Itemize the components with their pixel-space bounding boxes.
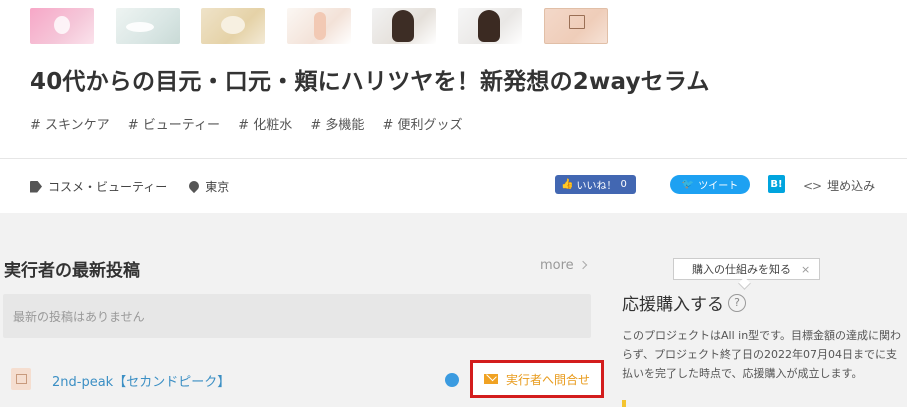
more-link[interactable]: more bbox=[540, 258, 587, 273]
like-count: 0 bbox=[620, 179, 627, 190]
project-meta: コスメ・ビューティー 東京 bbox=[30, 178, 229, 195]
category-link[interactable]: コスメ・ビューティー bbox=[48, 178, 167, 195]
project-header-card: 40代からの目元・口元・頬にハリツヤを！新発想の2wayセラム # スキンケア … bbox=[0, 0, 907, 213]
embed-label: 埋め込み bbox=[827, 179, 876, 193]
thumbnail-image[interactable] bbox=[30, 8, 94, 44]
thumbnail-image[interactable] bbox=[458, 8, 522, 44]
support-title-text: 応援購入する bbox=[622, 295, 724, 315]
thumbs-up-icon: 👍 bbox=[561, 179, 574, 190]
chevron-right-icon bbox=[578, 260, 587, 270]
thumbnail-image[interactable] bbox=[544, 8, 608, 44]
location-pin-icon bbox=[187, 178, 202, 193]
mail-icon bbox=[483, 374, 498, 384]
tag-link[interactable]: # 便利グッズ bbox=[383, 118, 463, 133]
thumbnail-image[interactable] bbox=[287, 8, 351, 44]
tag-list: # スキンケア # ビューティー # 化粧水 # 多機能 # 便利グッズ bbox=[30, 114, 477, 133]
owner-row: 2nd-peak【セカンドピーク】 実行者へ問合せ bbox=[0, 360, 604, 400]
location-link[interactable]: 東京 bbox=[205, 178, 229, 195]
contact-owner-button[interactable]: 実行者へ問合せ bbox=[470, 360, 604, 398]
purchase-info-tooltip[interactable]: 購入の仕組みを知る × bbox=[673, 258, 820, 280]
tag-link[interactable]: # 化粧水 bbox=[238, 118, 292, 133]
more-label: more bbox=[540, 258, 574, 273]
twitter-bird-icon: 🐦 bbox=[681, 179, 695, 190]
contact-label: 実行者へ問合せ bbox=[505, 372, 590, 387]
meta-row: コスメ・ビューティー 東京 👍 いいね！ 0 🐦 ツイート B! <> 埋め込み bbox=[0, 158, 907, 213]
tag-link[interactable]: # スキンケア bbox=[30, 118, 110, 133]
support-description: このプロジェクトはAll in型です。目標金額の達成に関わらず、プロジェクト終了… bbox=[622, 329, 902, 380]
tag-link[interactable]: # ビューティー bbox=[128, 118, 220, 133]
embed-button[interactable]: <> 埋め込み bbox=[803, 177, 875, 194]
help-icon[interactable]: ? bbox=[728, 293, 746, 312]
tooltip-label: 購入の仕組みを知る bbox=[692, 263, 791, 276]
facebook-like-button[interactable]: 👍 いいね！ 0 bbox=[555, 175, 636, 194]
owner-avatar[interactable] bbox=[11, 368, 31, 390]
accent-bar bbox=[622, 400, 626, 407]
like-label: いいね！ bbox=[576, 181, 617, 192]
thumbnail-image[interactable] bbox=[116, 8, 180, 44]
twitter-icon[interactable] bbox=[445, 373, 459, 387]
code-icon: <> bbox=[803, 178, 822, 193]
empty-posts-message: 最新の投稿はありません bbox=[3, 294, 591, 338]
owner-name-link[interactable]: 2nd-peak【セカンドピーク】 bbox=[52, 371, 230, 390]
tag-icon bbox=[30, 180, 42, 193]
thumbnail-image[interactable] bbox=[201, 8, 265, 44]
tweet-label: ツイート bbox=[698, 181, 739, 192]
tag-link[interactable]: # 多機能 bbox=[310, 118, 364, 133]
close-icon[interactable]: × bbox=[801, 263, 810, 276]
hatena-bookmark-button[interactable]: B! bbox=[768, 175, 785, 193]
project-title: 40代からの目元・口元・頬にハリツヤを！新発想の2wayセラム bbox=[30, 69, 710, 95]
latest-posts-title: 実行者の最新投稿 bbox=[4, 261, 140, 281]
thumbnail-image[interactable] bbox=[372, 8, 436, 44]
support-purchase-title: 応援購入する ? bbox=[622, 290, 746, 315]
tweet-button[interactable]: 🐦 ツイート bbox=[670, 175, 750, 194]
